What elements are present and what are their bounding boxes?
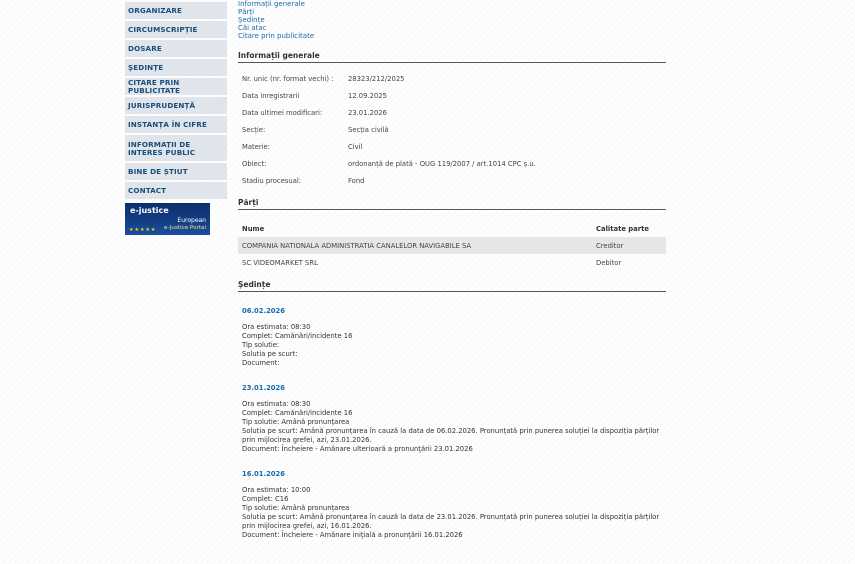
info-value: 23.01.2026 <box>348 108 387 117</box>
party-name: COMPANIA NATIONALA ADMINISTRATIA CANALEL… <box>238 237 592 254</box>
info-label: Nr. unic (nr. format vechi) : <box>242 74 334 83</box>
party-role: Creditor <box>592 237 666 254</box>
info-row: Materie: Civil <box>238 138 666 155</box>
table-row: COMPANIA NATIONALA ADMINISTRATIA CANALEL… <box>238 237 666 254</box>
sedinta-solutie: Solutia pe scurt: <box>242 350 298 358</box>
link-informatii-generale[interactable]: Informații generale <box>238 0 666 8</box>
banner-line-portal: e-Justice Portal <box>164 225 206 231</box>
sidebar: ORGANIZARE CIRCUMSCRIPȚIE DOSARE ȘEDINȚE… <box>125 2 227 235</box>
info-value: ordonanță de plată - OUG 119/2007 / art.… <box>348 159 536 168</box>
info-value: Civil <box>348 142 363 151</box>
party-name: SC VIDEOMARKET SRL <box>242 258 318 267</box>
info-label: Obiect: <box>242 159 267 168</box>
eu-stars-icon: ★★★★★ <box>129 227 157 233</box>
sedinta-tip-solutie: Tip solutie: Amână pronunțarea <box>242 504 350 512</box>
sedinta-complet: Complet: C16 <box>242 495 289 503</box>
sedinta-date: 23.01.2026 <box>242 384 285 392</box>
banner-line-european: European <box>177 217 206 224</box>
sedinta-document: Document: <box>242 359 280 367</box>
sedinta-item: 06.02.2026 Ora estimata: 08:30 Complet: … <box>238 307 666 368</box>
link-sedinte[interactable]: Ședințe <box>238 16 666 24</box>
info-value: 28323/212/2025 <box>348 74 405 83</box>
info-label: Data ultimei modificari: <box>242 108 323 117</box>
info-label: Data inregistrarii <box>242 91 300 100</box>
nav-organizare[interactable]: ORGANIZARE <box>125 2 227 19</box>
nav-jurisprudenta[interactable]: JURISPRUDENȚĂ <box>125 97 227 114</box>
info-row: Secție: Secția civilă <box>238 121 666 138</box>
sedinta-ora: Ora estimata: 10:00 <box>242 486 311 494</box>
column-header-nume: Nume <box>242 224 265 233</box>
info-value: Secția civilă <box>348 125 389 134</box>
info-label: Materie: <box>242 142 271 151</box>
link-cai-atac[interactable]: Căi atac <box>238 24 666 32</box>
sedinta-complet: Complet: Camănări/incidente 16 <box>242 409 353 417</box>
link-citare-prin-publicitate[interactable]: Citare prin publicitate <box>238 32 666 40</box>
sedinta-document[interactable]: Document: Încheiere - Amânare iniţială a… <box>242 531 666 540</box>
anchor-links: Informații generale Părți Ședințe Căi at… <box>238 0 666 40</box>
info-value: Fond <box>348 176 365 185</box>
parti-table: Nume Calitate parte COMPANIA NATIONALA A… <box>238 220 666 271</box>
nav-contact[interactable]: CONTACT <box>125 182 227 199</box>
sedinta-solutie: Solutia pe scurt: Amână pronunțarea în c… <box>242 513 660 530</box>
sedinta-tip-solutie: Tip solutie: Amână pronunțarea <box>242 418 350 426</box>
sedinta-tip-solutie: Tip solutie: <box>242 341 280 349</box>
info-row: Data ultimei modificari: 23.01.2026 <box>238 104 666 121</box>
sedinta-complet: Complet: Camănări/incidente 16 <box>242 332 353 340</box>
info-row: Nr. unic (nr. format vechi) : 28323/212/2… <box>238 70 666 87</box>
nav-citare-prin-publicitate[interactable]: CITARE PRIN PUBLICITATE <box>125 78 227 95</box>
nav-informatii-interes-public[interactable]: INFORMAȚII DE INTERES PUBLIC <box>125 135 227 161</box>
sedinta-ora: Ora estimata: 08:30 <box>242 323 311 331</box>
section-title-parti: Părți <box>238 198 666 210</box>
e-justice-portal-banner[interactable]: e-justice European e-Justice Portal ★★★★… <box>125 203 210 235</box>
sedinta-document[interactable]: Document: Încheiere - Amânare ulterioară… <box>242 445 666 454</box>
sedinta-item: 23.01.2026 Ora estimata: 08:30 Complet: … <box>238 384 666 454</box>
banner-logo-text: e-justice <box>130 206 169 215</box>
sedinta-ora: Ora estimata: 08:30 <box>242 400 311 408</box>
info-label: Stadiu procesual: <box>242 176 302 185</box>
info-row: Obiect: ordonanță de plată - OUG 119/2007… <box>238 155 666 172</box>
section-title-informatii: Informații generale <box>238 51 666 63</box>
nav-dosare[interactable]: DOSARE <box>125 40 227 57</box>
nav-instanta-in-cifre[interactable]: INSTANȚA ÎN CIFRE <box>125 116 227 133</box>
link-parti[interactable]: Părți <box>238 8 666 16</box>
info-label: Secție: <box>242 125 266 134</box>
section-title-sedinte: Ședințe <box>238 280 666 292</box>
nav-sedinte[interactable]: ȘEDINȚE <box>125 59 227 76</box>
info-list: Nr. unic (nr. format vechi) : 28323/212/2… <box>238 70 666 189</box>
nav-circumscriptie[interactable]: CIRCUMSCRIPȚIE <box>125 21 227 38</box>
party-role: Debitor <box>596 258 622 267</box>
info-value: 12.09.2025 <box>348 91 387 100</box>
sedinta-date: 16.01.2026 <box>242 470 285 478</box>
nav-bine-de-stiut[interactable]: BINE DE ȘTIUT <box>125 163 227 180</box>
main-content: Informații generale Părți Ședințe Căi at… <box>238 0 666 540</box>
column-header-calitate: Calitate parte <box>596 224 649 233</box>
sedinta-date: 06.02.2026 <box>242 307 285 315</box>
info-row: Data inregistrarii 12.09.2025 <box>238 87 666 104</box>
table-header-row: Nume Calitate parte <box>238 220 666 237</box>
sedinta-item: 16.01.2026 Ora estimata: 10:00 Complet: … <box>238 470 666 540</box>
sedinta-solutie: Solutia pe scurt: Amână pronunțarea în c… <box>242 427 660 444</box>
table-row: SC VIDEOMARKET SRL Debitor <box>238 254 666 271</box>
info-row: Stadiu procesual: Fond <box>238 172 666 189</box>
